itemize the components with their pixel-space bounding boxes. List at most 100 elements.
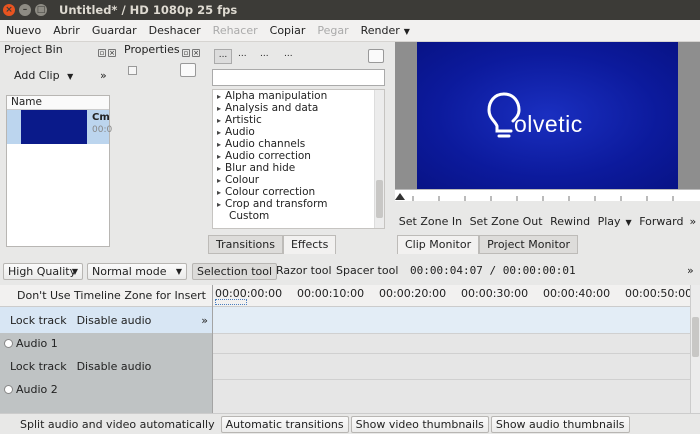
tick-label: 00:00:20:00: [379, 287, 447, 300]
float-icon[interactable]: ▫: [98, 49, 106, 57]
tick-label: 00:00:30:00: [461, 287, 529, 300]
bin-column-name[interactable]: Name: [7, 96, 109, 110]
spacer-tool-button[interactable]: Spacer tool: [332, 263, 402, 280]
forward-button[interactable]: Forward »: [639, 215, 696, 228]
timecode-display[interactable]: 00:00:04:07 / 00:00:00:01: [406, 263, 580, 280]
menu-copiar[interactable]: Copiar: [264, 24, 312, 37]
effect-tool-button-2[interactable]: ...: [238, 49, 247, 59]
tab-transitions[interactable]: Transitions: [208, 235, 283, 254]
rewind-button[interactable]: Rewind: [550, 215, 590, 228]
menu-nuevo[interactable]: Nuevo: [0, 24, 47, 37]
effects-list[interactable]: ▸ Alpha manipulation ▸ Analysis and data ▸ Ar…: [212, 89, 385, 229]
menu-abrir[interactable]: Abrir: [47, 24, 86, 37]
list-item[interactable]: ▸ Audio correction: [213, 150, 384, 162]
scroll-thumb[interactable]: [692, 317, 699, 357]
tab-clip-monitor[interactable]: Clip Monitor: [397, 235, 480, 254]
track-headers: Don't Use Timeline Zone for Insert Lock …: [0, 285, 213, 413]
minimize-window-button[interactable]: –: [19, 4, 31, 16]
timeline-scrollbar[interactable]: [690, 285, 700, 413]
expand-arrow-icon[interactable]: ▸: [217, 152, 221, 161]
list-item[interactable]: ▸ Artistic: [213, 114, 384, 126]
monitor-screen[interactable]: olvetic: [417, 42, 678, 189]
menu-render[interactable]: Render ▼: [355, 24, 416, 37]
clip-name: Cm: [92, 112, 110, 123]
float-icon[interactable]: ▫: [182, 49, 190, 57]
more-icon[interactable]: »: [100, 69, 107, 82]
list-item[interactable]: ▸ Alpha manipulation: [213, 90, 384, 102]
list-item[interactable]: ▸ Colour correction: [213, 186, 384, 198]
scroll-thumb[interactable]: [376, 180, 383, 218]
more-icon[interactable]: »: [201, 314, 208, 327]
track-lane[interactable]: [213, 307, 690, 333]
chevron-down-icon: ▼: [71, 267, 78, 276]
auto-transitions-button[interactable]: Automatic transitions: [220, 415, 349, 433]
add-clip-button[interactable]: Add Clip ▼: [14, 69, 73, 82]
play-button[interactable]: Play ▼: [598, 215, 632, 228]
set-zone-out-button[interactable]: Set Zone Out: [470, 215, 543, 228]
lock-track-button[interactable]: Lock track: [10, 314, 67, 327]
close-window-button[interactable]: ×: [3, 4, 15, 16]
track-lane[interactable]: [213, 353, 690, 379]
tab-project-monitor[interactable]: Project Monitor: [479, 235, 579, 254]
expand-arrow-icon[interactable]: ▸: [217, 176, 221, 185]
track-lane[interactable]: [213, 333, 690, 353]
bin-clip-list[interactable]: Name Cm 00:0: [6, 95, 112, 247]
effect-category-label: Crop and transform: [225, 198, 328, 210]
list-item[interactable]: ▸ Audio: [213, 126, 384, 138]
effect-tool-button-1[interactable]: ...: [214, 49, 232, 64]
close-icon[interactable]: ×: [192, 49, 200, 57]
expand-arrow-icon[interactable]: ▸: [217, 104, 221, 113]
tab-effects[interactable]: Effects: [282, 235, 337, 254]
disable-audio-button[interactable]: Disable audio: [77, 314, 152, 327]
split-audio-toggle[interactable]: Split audio and video automatically: [16, 417, 219, 432]
expand-arrow-icon[interactable]: ▸: [217, 200, 221, 209]
timeline-ruler[interactable]: 00:00:00:00 00:00:10:00 00:00:20:00 00:0…: [213, 285, 692, 307]
properties-checkbox[interactable]: [128, 66, 137, 75]
expand-arrow-icon[interactable]: ▸: [217, 140, 221, 149]
chevron-down-icon: ▼: [403, 27, 410, 36]
track-lane[interactable]: [213, 379, 690, 413]
effects-tabs: Transitions Effects: [208, 235, 337, 254]
effect-tool-button-4[interactable]: ...: [284, 49, 293, 59]
expand-arrow-icon[interactable]: ▸: [217, 164, 221, 173]
list-item[interactable]: ▸ Colour: [213, 174, 384, 186]
list-item[interactable]: Custom: [213, 210, 384, 222]
quality-select[interactable]: High Quality ▼: [3, 263, 83, 280]
effect-settings-button[interactable]: [368, 49, 384, 63]
expand-arrow-icon[interactable]: ▸: [217, 128, 221, 137]
menu-deshacer[interactable]: Deshacer: [143, 24, 207, 37]
razor-tool-button[interactable]: Razor tool: [272, 263, 336, 280]
show-video-thumbnails-button[interactable]: Show video thumbnails: [350, 415, 489, 433]
monitor-ruler[interactable]: [395, 189, 700, 201]
expand-arrow-icon[interactable]: ▸: [217, 188, 221, 197]
effect-tool-button-3[interactable]: ...: [260, 49, 269, 59]
expand-arrow-icon[interactable]: ▸: [217, 92, 221, 101]
maximize-window-button[interactable]: □: [35, 4, 47, 16]
list-item[interactable]: Cm 00:0: [7, 110, 112, 144]
list-item[interactable]: ▸ Analysis and data: [213, 102, 384, 114]
expand-arrow-icon[interactable]: ▸: [217, 116, 221, 125]
mode-select[interactable]: Normal mode ▼: [87, 263, 187, 280]
more-icon[interactable]: »: [683, 263, 698, 280]
menu-guardar[interactable]: Guardar: [86, 24, 143, 37]
show-audio-thumbnails-button[interactable]: Show audio thumbnails: [490, 415, 630, 433]
track-1-radio[interactable]: [4, 338, 13, 348]
lock-track-button[interactable]: Lock track: [10, 360, 67, 373]
track-2-radio[interactable]: [4, 384, 13, 394]
window-title: Untitled* / HD 1080p 25 fps: [59, 3, 238, 17]
list-item[interactable]: ▸ Audio channels: [213, 138, 384, 150]
list-item[interactable]: ▸ Crop and transform: [213, 198, 384, 210]
close-icon[interactable]: ×: [108, 49, 116, 57]
timeline-zone-toggle[interactable]: Don't Use Timeline Zone for Insert: [0, 285, 212, 307]
monitor-controls: Set Zone In Set Zone Out Rewind Play ▼ Fo…: [395, 212, 700, 230]
selection-tool-button[interactable]: Selection tool: [192, 263, 278, 280]
disable-audio-button[interactable]: Disable audio: [77, 360, 152, 373]
zone-marker[interactable]: [215, 299, 247, 305]
effects-search-input[interactable]: [212, 69, 385, 86]
properties-button[interactable]: [180, 63, 196, 77]
set-zone-in-button[interactable]: Set Zone In: [399, 215, 462, 228]
list-item[interactable]: ▸ Blur and hide: [213, 162, 384, 174]
timeline-tracks-area[interactable]: 00:00:00:00 00:00:10:00 00:00:20:00 00:0…: [213, 285, 692, 413]
playhead-marker[interactable]: [395, 193, 405, 200]
effects-scrollbar[interactable]: [374, 90, 384, 228]
